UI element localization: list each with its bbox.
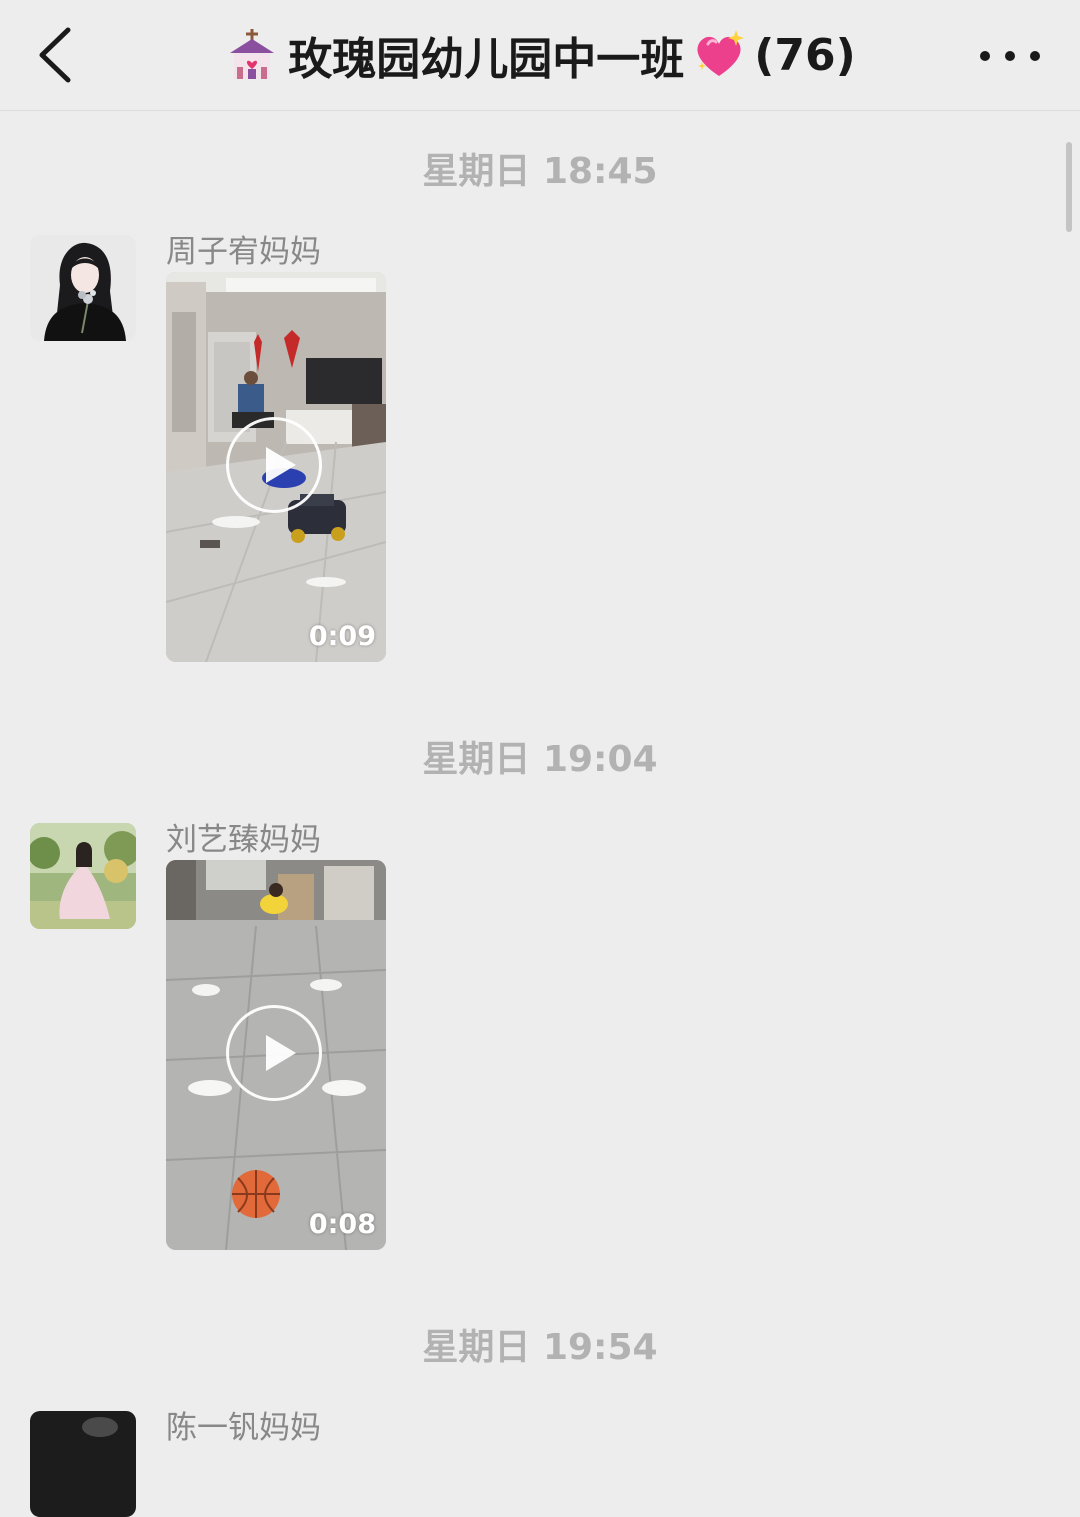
video-message[interactable]: 0:08 — [166, 860, 386, 1250]
message-timestamp: 星期日 19:04 — [422, 739, 658, 780]
sparkling-heart-icon — [697, 30, 745, 76]
play-icon[interactable] — [226, 417, 322, 513]
message-timestamp: 星期日 18:45 — [422, 151, 658, 192]
sender-name: 周子宥妈妈 — [166, 234, 321, 270]
video-duration: 0:09 — [308, 621, 376, 652]
message-timestamp: 星期日 19:54 — [422, 1327, 658, 1368]
sender-name: 陈一钒妈妈 — [166, 1410, 321, 1446]
back-button[interactable] — [28, 22, 88, 88]
avatar[interactable] — [30, 823, 136, 929]
sender-name: 刘艺臻妈妈 — [166, 822, 321, 858]
more-button[interactable] — [980, 38, 1040, 74]
member-count: (76) — [754, 29, 856, 81]
chat-title: 玫瑰园幼儿园中一班 (76) — [224, 23, 856, 87]
group-name: 玫瑰园幼儿园中一班 — [288, 34, 685, 85]
video-duration: 0:08 — [308, 1209, 376, 1240]
avatar[interactable] — [30, 235, 136, 341]
avatar[interactable] — [30, 1411, 136, 1517]
more-dots-icon — [980, 51, 990, 61]
chat-header: 玫瑰园幼儿园中一班 (76) — [0, 0, 1080, 111]
play-icon[interactable] — [226, 1005, 322, 1101]
church-icon — [230, 29, 275, 79]
video-message[interactable]: 0:09 — [166, 272, 386, 662]
chevron-left-icon — [39, 27, 71, 83]
